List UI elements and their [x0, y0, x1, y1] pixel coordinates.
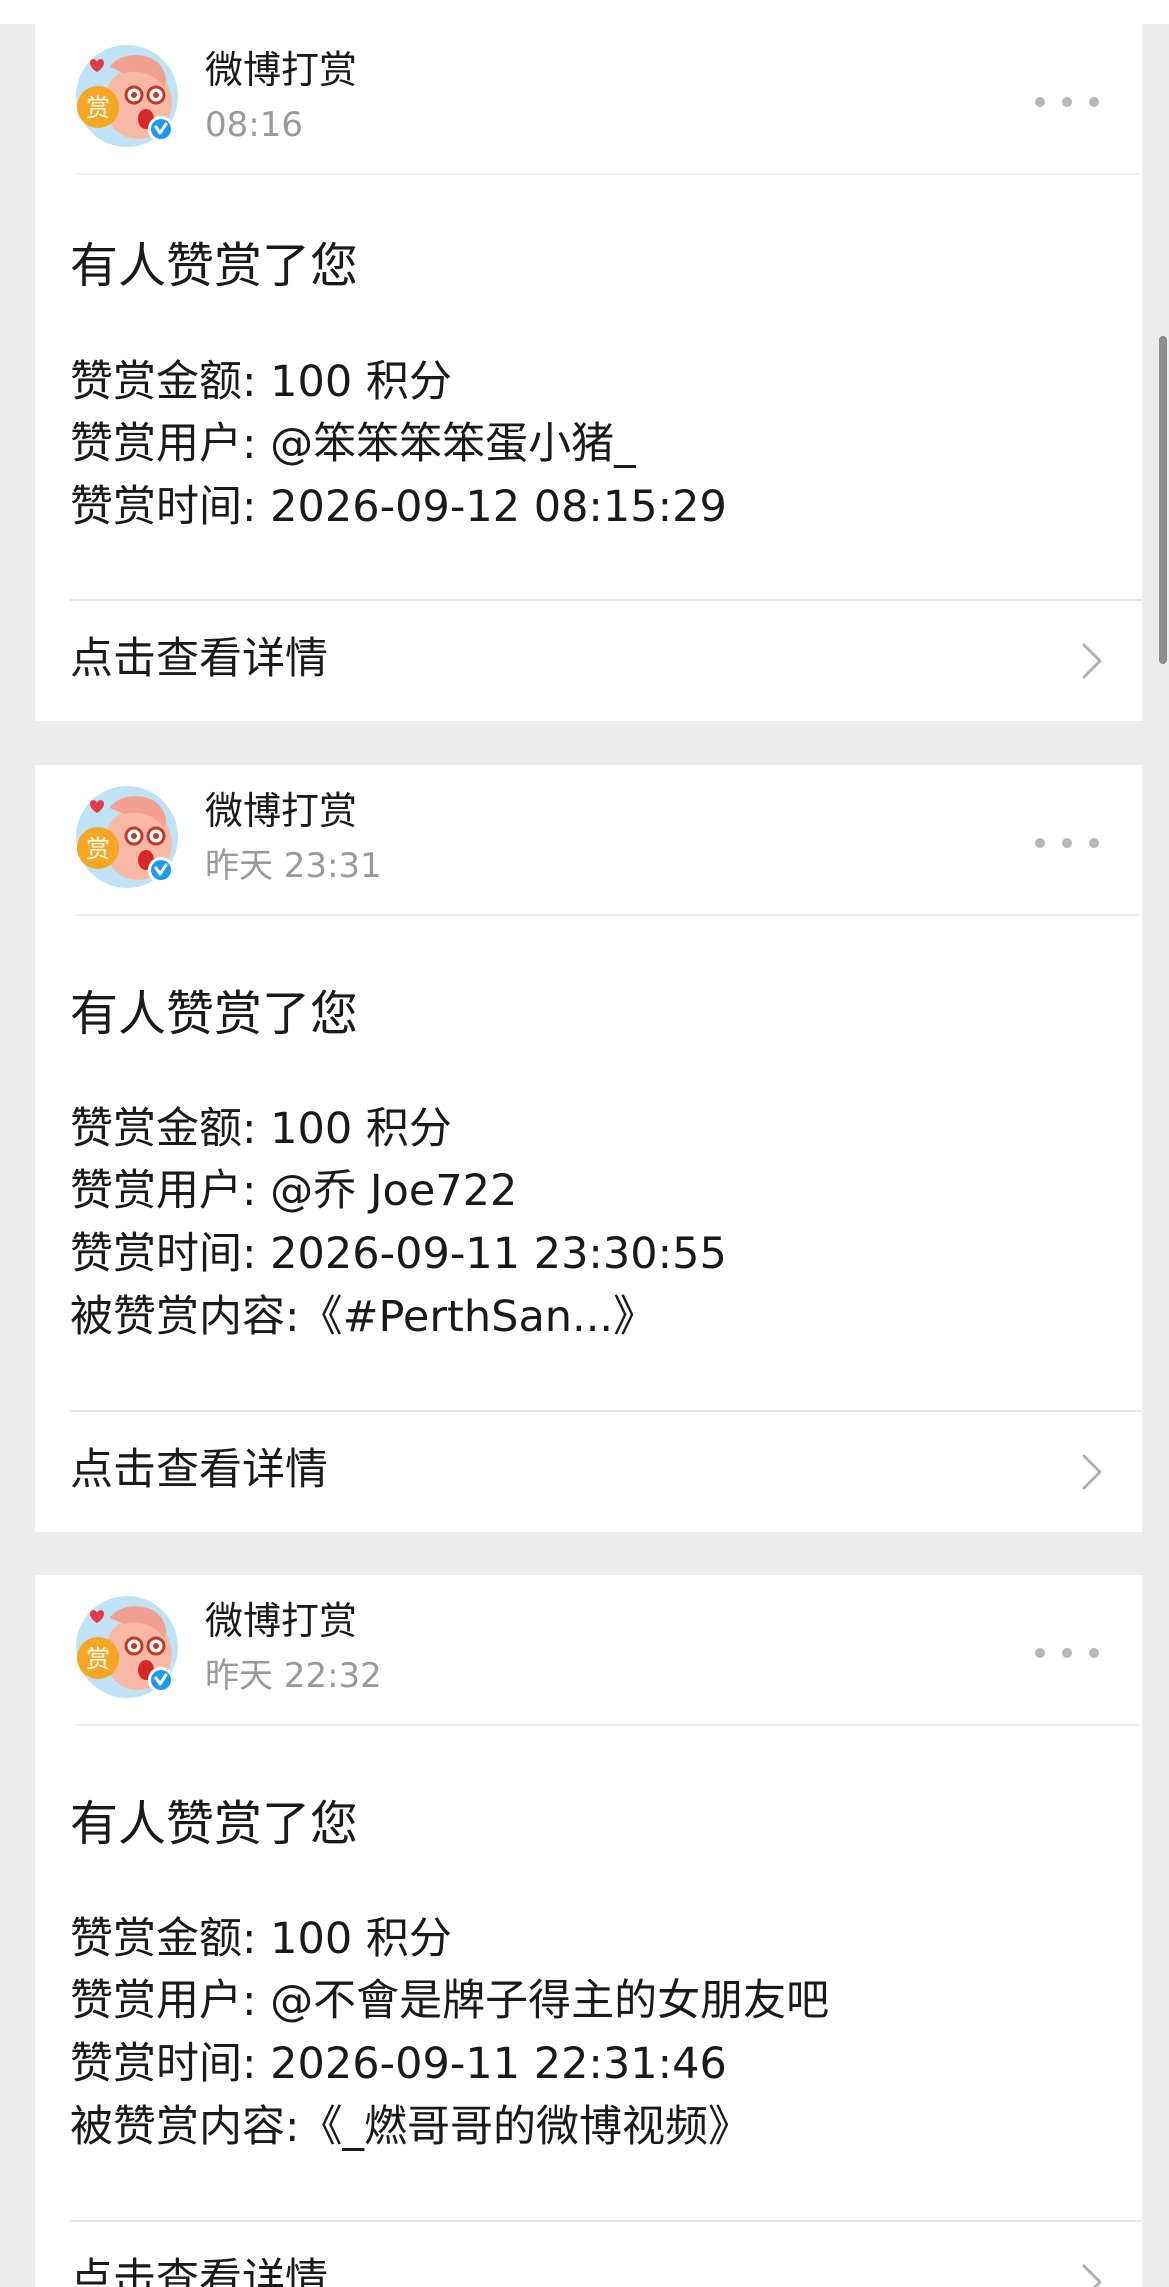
reward-notification-card: 赏 微博打赏 昨天 22:32 有人赞赏了您 赞赏金额: 100 积分 赞赏用户… — [35, 1575, 1142, 2287]
card-header: 赏 微博打赏 昨天 23:31 — [35, 765, 1142, 890]
more-dots-icon — [1062, 838, 1072, 848]
sender-name[interactable]: 微博打赏 — [205, 46, 357, 94]
avatar-image: 赏 — [76, 45, 178, 147]
reward-amount-line: 赞赏金额: 100 积分 — [70, 357, 452, 407]
rewarded-content-line: 被赞赏内容:《#PerthSan...》 — [70, 1292, 657, 1342]
reward-user-line: 赞赏用户: @不會是牌子得主的女朋友吧 — [70, 1976, 830, 2026]
more-dots-icon — [1035, 1648, 1045, 1658]
avatar[interactable]: 赏 — [76, 45, 178, 147]
more-dots-icon — [1089, 97, 1099, 107]
view-details-link[interactable]: 点击查看详情 — [35, 601, 1142, 719]
post-time: 昨天 22:32 — [205, 1656, 382, 1696]
card-header: 赏 微博打赏 08:16 — [35, 24, 1142, 149]
message-title: 有人赞赏了您 — [70, 1796, 359, 1852]
reward-amount-line: 赞赏金额: 100 积分 — [70, 1914, 452, 1964]
more-options-button[interactable] — [1035, 1633, 1099, 1673]
rewarded-content-line: 被赞赏内容:《_燃哥哥的微博视频》 — [70, 2102, 751, 2152]
svg-text:赏: 赏 — [86, 94, 110, 122]
more-options-button[interactable] — [1035, 82, 1099, 122]
avatar-image: 赏 — [76, 786, 178, 888]
avatar[interactable]: 赏 — [76, 786, 178, 888]
message-title: 有人赞赏了您 — [70, 238, 359, 294]
header-divider — [76, 914, 1139, 916]
reward-user-line: 赞赏用户: @笨笨笨笨蛋小猪_ — [70, 419, 636, 469]
scrollbar[interactable] — [1159, 336, 1167, 664]
view-details-link[interactable]: 点击查看详情 — [35, 2222, 1142, 2287]
chevron-right-icon — [1082, 2264, 1102, 2287]
reward-notification-card: 赏 微博打赏 08:16 有人赞赏了您 赞赏金额: 100 积分 赞赏用户: @… — [35, 24, 1142, 721]
svg-text:赏: 赏 — [86, 1645, 110, 1673]
more-dots-icon — [1089, 838, 1099, 848]
reward-notification-card: 赏 微博打赏 昨天 23:31 有人赞赏了您 赞赏金额: 100 积分 赞赏用户… — [35, 765, 1142, 1532]
reward-amount-line: 赞赏金额: 100 积分 — [70, 1104, 452, 1154]
more-dots-icon — [1035, 838, 1045, 848]
more-dots-icon — [1062, 1648, 1072, 1658]
top-strip — [0, 0, 1169, 24]
view-details-label: 点击查看详情 — [70, 1445, 328, 1495]
more-dots-icon — [1035, 97, 1045, 107]
more-dots-icon — [1062, 97, 1072, 107]
avatar-image: 赏 — [76, 1596, 178, 1698]
more-dots-icon — [1089, 1648, 1099, 1658]
view-details-label: 点击查看详情 — [70, 634, 328, 684]
svg-text:赏: 赏 — [86, 835, 110, 863]
more-options-button[interactable] — [1035, 823, 1099, 863]
view-details-label: 点击查看详情 — [70, 2255, 328, 2287]
chevron-right-icon — [1082, 643, 1102, 679]
card-header: 赏 微博打赏 昨天 22:32 — [35, 1575, 1142, 1700]
avatar[interactable]: 赏 — [76, 1596, 178, 1698]
sender-name[interactable]: 微博打赏 — [205, 787, 357, 835]
reward-user-line: 赞赏用户: @乔 Joe722 — [70, 1166, 518, 1216]
sender-name[interactable]: 微博打赏 — [205, 1597, 357, 1645]
view-details-link[interactable]: 点击查看详情 — [35, 1412, 1142, 1530]
chevron-right-icon — [1082, 1454, 1102, 1490]
reward-time-line: 赞赏时间: 2026-09-11 22:31:46 — [70, 2039, 727, 2089]
reward-time-line: 赞赏时间: 2026-09-12 08:15:29 — [70, 482, 727, 532]
header-divider — [76, 1724, 1139, 1726]
header-divider — [76, 173, 1139, 175]
post-time: 昨天 23:31 — [205, 846, 382, 886]
reward-time-line: 赞赏时间: 2026-09-11 23:30:55 — [70, 1229, 727, 1279]
message-title: 有人赞赏了您 — [70, 986, 359, 1042]
post-time: 08:16 — [205, 105, 303, 145]
